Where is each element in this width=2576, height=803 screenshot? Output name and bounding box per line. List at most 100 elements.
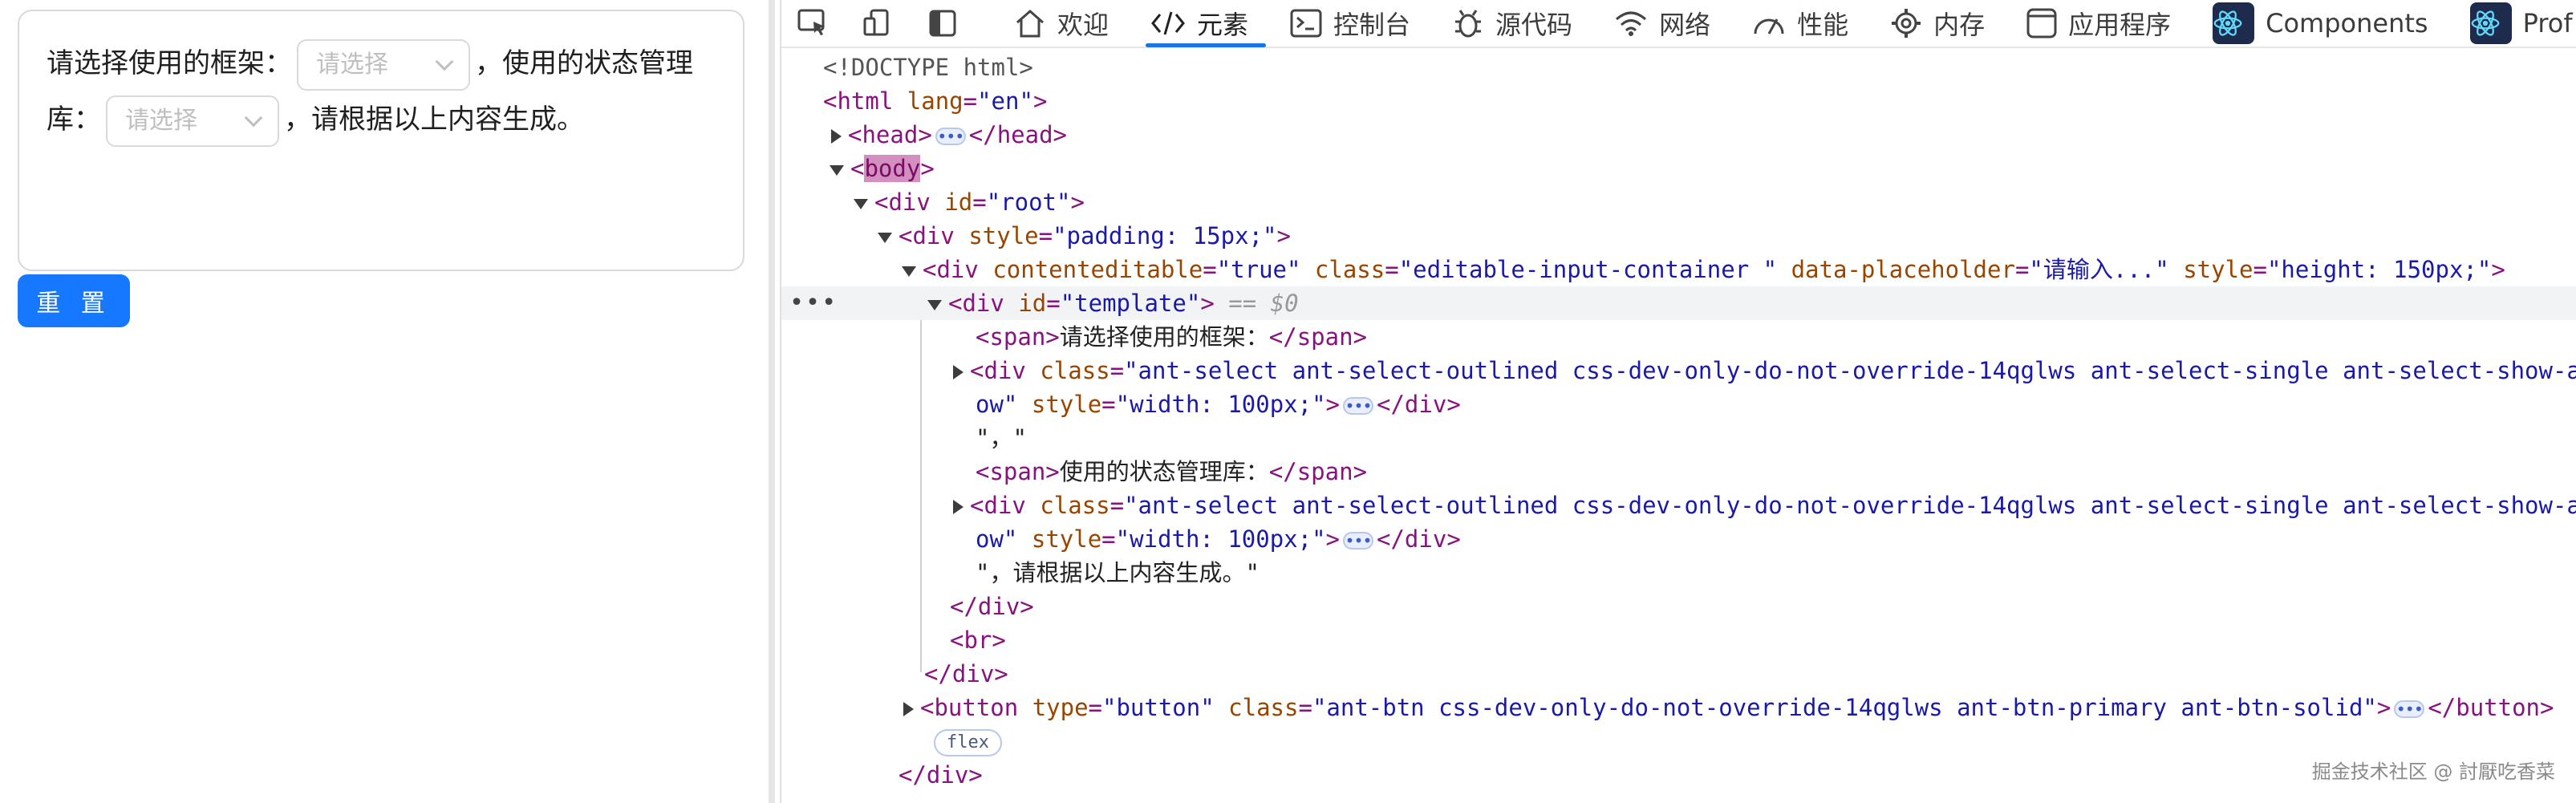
tab-profiler[interactable]: Prof [2469,0,2573,47]
collapse-arrow-icon[interactable] [878,232,892,243]
tree-line-editable-div[interactable]: <div contenteditable="true" class="edita… [781,253,2576,286]
attr-value: ow" [976,391,1018,418]
tree-line-select-div-2-cont[interactable]: ow" style="width: 100px;"> ••• </div> [781,522,2576,556]
home-icon [1016,10,1044,38]
tree-line-doctype[interactable]: <!DOCTYPE html> [781,51,2576,84]
tree-line-span-framework[interactable]: <span>请选择使用的框架：</span> [781,320,2576,354]
tag-name: br [963,627,992,654]
dom-tree: <!DOCTYPE html> <html lang="en"> <head> •… [781,48,2576,803]
devtools-toolbar: 欢迎 元素 控制台 源代码 网络 性能 内存 应用程序 Components P… [781,0,2576,48]
tree-line-close-editable[interactable]: </div> [781,657,2576,691]
attr-name: class [1228,694,1299,721]
text-node: "，" [976,424,1027,452]
collapsed-ellipsis-icon[interactable]: ••• [935,128,966,145]
tree-line-select-div-2[interactable]: <div class="ant-select ant-select-outlin… [781,489,2576,522]
tag-name: head [996,121,1053,148]
tab-memory[interactable]: 内存 [1890,0,1985,47]
tab-welcome[interactable]: 欢迎 [1014,0,1109,47]
attr-name: class [1040,357,1110,384]
react-icon [2469,2,2512,44]
tree-line-body[interactable]: <body> [781,152,2576,185]
attr-value: "ant-btn css-dev-only-do-not-override-14… [1312,694,2377,721]
expand-arrow-icon[interactable] [953,365,963,379]
tree-line-close-padding-div[interactable]: </div> [781,758,2576,792]
tree-line-comma-text[interactable]: "，" [781,421,2576,455]
framework-select[interactable]: 请选择 [297,39,470,91]
state-lib-select-placeholder: 请选择 [125,106,197,135]
attr-name: style [1031,391,1102,418]
attr-value: "template" [1060,290,1201,317]
attr-value: "padding: 15px;" [1053,222,1277,249]
tab-components[interactable]: Components [2213,0,2428,47]
tree-line-br[interactable]: <br> [781,623,2576,657]
flex-badge[interactable]: flex [934,729,1002,756]
attr-value: "请输入..." [2029,256,2169,283]
tab-network[interactable]: 网络 [1614,0,1710,47]
reset-button[interactable]: 重 置 [18,274,130,327]
gauge-icon [1754,18,1784,34]
collapsed-ellipsis-icon[interactable]: ••• [2394,700,2425,718]
attr-name: class [1040,492,1110,519]
tag-name-highlighted: body [864,155,921,182]
inspect-element-icon[interactable] [797,7,828,39]
attr-value: "editable-input-container " [1398,256,1778,283]
tree-line-final-text[interactable]: "，请根据以上内容生成。" [781,556,2576,590]
collapse-arrow-icon[interactable] [854,198,868,209]
collapse-arrow-icon[interactable] [902,266,916,277]
chevron-down-icon [435,52,454,71]
expand-arrow-icon[interactable] [831,129,842,144]
collapsed-ellipsis-icon[interactable]: ••• [1343,532,1374,550]
tag-name: head [862,121,919,148]
tab-console[interactable]: 控制台 [1290,0,1410,47]
wifi-icon [1616,11,1647,36]
pane-splitter[interactable] [769,0,775,803]
tree-line-flex-badge: flex [781,724,2576,758]
collapse-arrow-icon[interactable] [830,164,844,176]
collapse-arrow-icon[interactable] [927,299,942,310]
tree-line-padding-div[interactable]: <div style="padding: 15px;"> [781,219,2576,253]
tab-label: 性能 [1797,10,1849,40]
tab-label: Components [2266,8,2428,39]
code-icon [1151,11,1185,35]
attr-name: lang [907,87,963,115]
device-emulation-icon[interactable] [863,7,894,39]
tab-label: Prof [2522,8,2573,39]
state-lib-select[interactable]: 请选择 [106,95,279,147]
attr-value: "true" [1216,256,1301,283]
attr-name: style [2183,256,2253,283]
tree-line-select-div-1[interactable]: <div class="ant-select ant-select-outlin… [781,354,2576,387]
tree-line-template-selected[interactable]: ••• <div id="template"> == $0 [781,286,2576,320]
tab-sources[interactable]: 源代码 [1452,0,1572,47]
framework-select-placeholder: 请选择 [316,50,388,79]
watermark: 掘金技术社区 @ 討厭吃香菜 [2311,760,2555,783]
tree-line-button[interactable]: <button type="button" class="ant-btn css… [781,691,2576,724]
dock-side-icon[interactable] [929,7,956,39]
editable-input-container[interactable]: 请选择使用的框架： 请选择 ，使用的状态管理库： 请选择 ，请根据以上内容生成。 [18,10,744,271]
tree-line-select-div-1-cont[interactable]: ow" style="width: 100px;"> ••• </div> [781,387,2576,421]
expand-arrow-icon[interactable] [903,702,914,716]
expand-arrow-icon[interactable] [953,500,963,514]
text-node: "，请根据以上内容生成。" [976,559,1260,586]
attr-value: "ant-select ant-select-outlined css-dev-… [1124,357,2576,384]
attr-value: "height: 150px;" [2266,256,2492,283]
attr-name: style [968,222,1039,249]
tree-line-close-template[interactable]: </div> [781,590,2576,623]
more-actions-icon[interactable]: ••• [789,286,838,320]
tree-line-head[interactable]: <head> ••• </head> [781,118,2576,152]
tree-line-html[interactable]: <html lang="en"> [781,84,2576,118]
attr-value: "width: 100px;" [1115,391,1326,418]
attr-value: "ant-select ant-select-outlined css-dev-… [1124,492,2576,519]
text-node: 使用的状态管理库： [1059,458,1269,485]
selected-node-marker: == $0 [1228,290,1299,317]
tree-line-span-state-lib[interactable]: <span>使用的状态管理库：</span> [781,455,2576,489]
attr-name: style [1031,525,1102,553]
tab-label: 网络 [1659,10,1711,40]
collapsed-ellipsis-icon[interactable]: ••• [1343,397,1374,415]
tab-elements[interactable]: 元素 [1146,0,1267,47]
app-window-icon [2026,8,2057,39]
tab-application[interactable]: 应用程序 [2026,0,2171,47]
tree-line-root-div[interactable]: <div id="root"> [781,185,2576,219]
attr-name: type [1032,694,1089,721]
attr-name: id [944,189,973,216]
tab-performance[interactable]: 性能 [1752,0,1848,47]
